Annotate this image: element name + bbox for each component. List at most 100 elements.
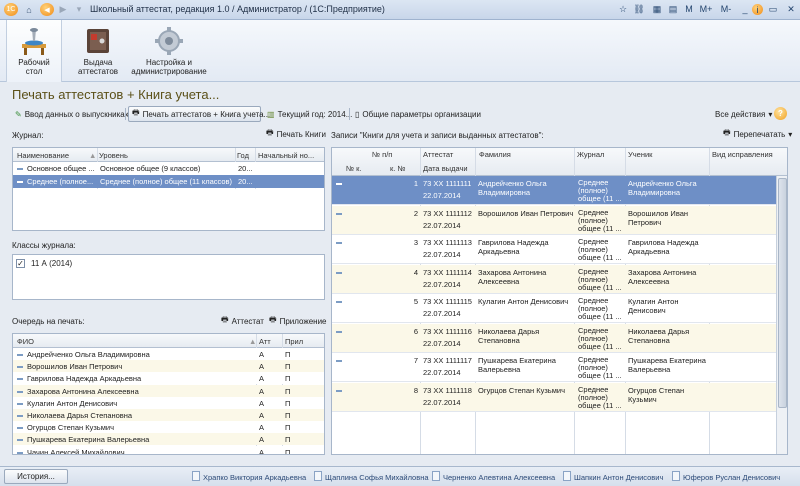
- records-col-student[interactable]: Ученик: [628, 150, 652, 159]
- queue-row[interactable]: Андрейченко Ольга Владимировна А П: [13, 348, 324, 360]
- queue-row-pril: П: [285, 362, 291, 372]
- queue-col-fio[interactable]: ФИО: [17, 337, 34, 346]
- record-row[interactable]: 2 73 ХХ 1111112 22.07.2014 Ворошилов Иван П…: [332, 205, 776, 235]
- queue-col-att[interactable]: Атт: [259, 337, 271, 346]
- scroll-thumb[interactable]: [778, 178, 787, 408]
- queue-row[interactable]: Кулагин Антон Денисович А П: [13, 396, 324, 409]
- link-icon[interactable]: ⛓: [630, 2, 648, 16]
- print-book-label: Печать аттестатов + Книга учета...: [142, 109, 271, 119]
- queue-row-pril: П: [285, 386, 291, 396]
- queue-row-att: А: [259, 435, 265, 445]
- record-fio-line1: Пушкарева Екатерина: [478, 356, 556, 365]
- queue-row[interactable]: Пушкарева Екатерина Валерьевна А П: [13, 433, 324, 446]
- user-window-3[interactable]: Черненко Алевтина Алексеевна: [432, 471, 555, 482]
- journal-grid[interactable]: Наименование ▲ Уровень Год Начальный но.…: [12, 147, 325, 231]
- queue-row[interactable]: Захарова Антонина Алексеевна А П: [13, 384, 324, 397]
- class-name: 11 А (2014): [31, 259, 73, 268]
- records-col-num[interactable]: № п/п: [372, 150, 392, 159]
- records-col-k-num[interactable]: к. №: [390, 164, 406, 173]
- history-dropdown-icon[interactable]: ▾: [72, 3, 86, 16]
- queue-row[interactable]: Ворошилов Иван Петрович А П: [13, 360, 324, 373]
- row-marker: [17, 448, 23, 454]
- row-marker: [17, 435, 23, 444]
- row-marker: [17, 411, 23, 420]
- appendix-button[interactable]: 🖶 Приложение: [266, 313, 329, 329]
- queue-row[interactable]: Гаврилова Надежда Аркадьевна А П: [13, 372, 324, 385]
- section-desktop[interactable]: Рабочий стол: [6, 20, 62, 82]
- history-button[interactable]: История...: [4, 469, 68, 484]
- journal-row[interactable]: Основное общее ... Основное общее (9 кла…: [13, 162, 324, 175]
- all-actions-label: Все действия: [715, 109, 766, 119]
- record-row[interactable]: 3 73 ХХ 1111113 22.07.2014 Гаврилова Надежд…: [332, 235, 776, 264]
- record-row[interactable]: 5 73 ХХ 1111115 22.07.2014 Кулагин Антон Де…: [332, 294, 776, 323]
- queue-row[interactable]: Николаева Дарья Степановна А П: [13, 409, 324, 421]
- record-row[interactable]: 7 73 ХХ 1111117 22.07.2014 Пушкарева Екатер…: [332, 353, 776, 382]
- class-checkbox[interactable]: ✓: [16, 259, 25, 268]
- queue-grid[interactable]: ФИО ▲ Атт Прил Андрейченко Ольга Владими…: [12, 333, 325, 455]
- queue-col-pril[interactable]: Прил: [285, 337, 303, 346]
- user-window-2[interactable]: Щаплина Софья Михайловна: [314, 471, 429, 482]
- app-menu-icon[interactable]: 1С: [4, 3, 18, 16]
- chevron-down-icon: ▾: [768, 109, 773, 119]
- print-book-small-button[interactable]: 🖶 Печать Книги: [263, 126, 329, 142]
- records-grid[interactable]: № п/п № к. к. № Аттестат Дата выдачи Фам…: [331, 147, 788, 455]
- user-window-5[interactable]: Юферов Руслан Денисович: [672, 471, 780, 482]
- queue-row[interactable]: Чачин Алексей Михайлович А П: [13, 445, 324, 454]
- info-icon[interactable]: i: [752, 4, 763, 15]
- close-button[interactable]: ✕: [782, 2, 800, 16]
- enter-data-button[interactable]: ✎ Ввод данных о выпускниках: [12, 106, 132, 122]
- back-icon[interactable]: ◀: [40, 3, 54, 16]
- records-col-surname[interactable]: Фамилия: [479, 150, 511, 159]
- journal-row[interactable]: Среднее (полное... Среднее (полное) обще…: [13, 175, 324, 188]
- records-col-journal[interactable]: Журнал: [577, 150, 604, 159]
- reprint-button[interactable]: 🖶 Перепечатать ▾: [720, 126, 795, 142]
- print-book-button[interactable]: 🖶 Печать аттестатов + Книга учета...: [128, 106, 270, 122]
- help-button[interactable]: ?: [774, 107, 787, 120]
- title-bar: 1С ⌂ ◀ ▶ ▾ Школьный аттестат, редакция 1…: [0, 0, 800, 20]
- record-row[interactable]: 4 73 ХХ 1111114 22.07.2014 Захарова Антонин…: [332, 264, 776, 294]
- attestat-label: Аттестат: [231, 316, 264, 326]
- section-settings-label2: администрирование: [131, 67, 207, 76]
- attestat-button[interactable]: 🖶 Аттестат: [218, 313, 267, 329]
- document-icon: ▯: [355, 109, 360, 119]
- org-params-button[interactable]: ▯ Общие параметры организации: [352, 106, 484, 122]
- record-student-line2: Петрович: [628, 217, 662, 227]
- record-num: 6: [413, 326, 418, 336]
- record-row[interactable]: 1 73 ХХ 1111111 22.07.2014 Андрейченко Ольг…: [332, 176, 776, 205]
- memory-minus-button[interactable]: M-: [716, 2, 736, 16]
- records-col-correction[interactable]: Вид исправления: [712, 150, 773, 159]
- home-icon[interactable]: ⌂: [22, 3, 36, 16]
- forward-icon[interactable]: ▶: [56, 3, 70, 16]
- org-params-label: Общие параметры организации: [362, 109, 481, 119]
- user-window-4[interactable]: Шапкин Антон Денисович: [563, 471, 663, 482]
- all-actions-button[interactable]: Все действия ▾: [712, 106, 775, 122]
- queue-row[interactable]: Огурцов Степан Кузьмич А П: [13, 421, 324, 434]
- user-window-1[interactable]: Храпко Виктория Аркадьевна: [192, 471, 306, 482]
- restore-button[interactable]: ▭: [764, 2, 782, 16]
- current-year-button[interactable]: ▥ Текущий год: 2014...: [264, 106, 355, 122]
- journal-col-level[interactable]: Уровень: [99, 151, 128, 160]
- memory-plus-button[interactable]: M+: [696, 2, 716, 16]
- records-col-attestat[interactable]: Аттестат: [423, 150, 453, 159]
- record-row[interactable]: 6 73 ХХ 1111116 22.07.2014 Николаева Дарья С…: [332, 323, 776, 353]
- journal-row-year: 20...: [238, 164, 253, 173]
- section-issue[interactable]: Выдача аттестатов: [70, 20, 126, 82]
- journal-col-start[interactable]: Начальный но...: [258, 151, 314, 160]
- records-scrollbar[interactable]: [776, 176, 787, 454]
- queue-row-att: А: [259, 423, 265, 433]
- record-attestat: 73 ХХ 1111117: [423, 356, 472, 365]
- journal-col-name[interactable]: Наименование: [17, 151, 69, 160]
- records-grid-header: № п/п № к. к. № Аттестат Дата выдачи Фам…: [332, 148, 787, 176]
- records-col-num-k[interactable]: № к.: [346, 164, 362, 173]
- row-marker: [336, 238, 342, 247]
- printer-icon: 🖶: [723, 128, 731, 137]
- queue-grid-header: ФИО ▲ Атт Прил: [13, 334, 324, 348]
- record-row[interactable]: 8 73 ХХ 1111118 22.07.2014 Огурцов Степан К…: [332, 382, 776, 412]
- journal-col-year[interactable]: Год: [237, 151, 249, 160]
- queue-row-pril: П: [285, 423, 291, 433]
- section-settings[interactable]: Настройка и администрирование: [130, 20, 208, 82]
- record-student-line2: Денисович: [628, 306, 666, 315]
- record-attestat: 73 ХХ 1111111: [423, 179, 472, 188]
- queue-row-fio: Огурцов Степан Кузьмич: [27, 423, 114, 433]
- records-col-date[interactable]: Дата выдачи: [423, 164, 468, 173]
